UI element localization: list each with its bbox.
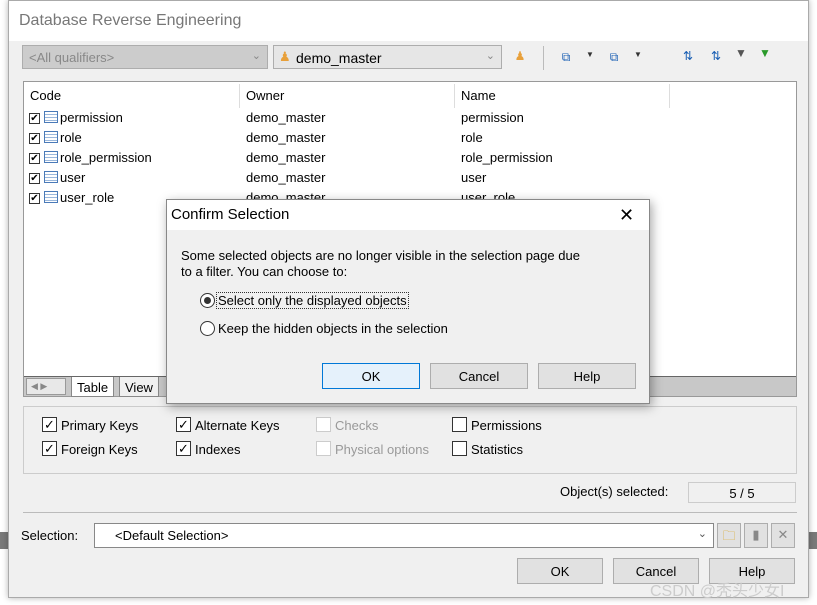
confirm-selection-dialog: Confirm Selection ✕ Some selected object…: [166, 199, 650, 404]
cell-name: role: [461, 130, 483, 145]
save-selection-button[interactable]: ▮: [744, 523, 768, 548]
dialog-message-line1: Some selected objects are no longer visi…: [181, 248, 580, 263]
row-checkbox[interactable]: ✔: [29, 193, 40, 204]
row-checkbox[interactable]: ✔: [29, 153, 40, 164]
table-icon: [44, 111, 58, 123]
row-checkbox[interactable]: ✔: [29, 113, 40, 124]
cell-owner: demo_master: [246, 130, 326, 145]
checkbox-alternate-keys[interactable]: ✓: [176, 417, 191, 432]
chevron-down-icon: ⌄: [485, 50, 495, 62]
checkbox-physical-options: [316, 441, 331, 456]
cell-code: user_role: [60, 190, 115, 205]
dialog-ok-button[interactable]: OK: [322, 363, 420, 389]
owner-filter-icon[interactable]: ♟: [512, 49, 528, 63]
dropdown-arrow-icon[interactable]: ▼: [630, 50, 646, 59]
cell-code: role_permission: [60, 150, 152, 165]
table-icon: [44, 191, 58, 203]
label-indexes: Indexes: [195, 442, 241, 457]
user-icon: ♟: [279, 49, 291, 64]
deselect-all-icon[interactable]: ⧉: [606, 50, 622, 65]
chevron-down-icon: ⌄: [697, 528, 707, 540]
cell-owner: demo_master: [246, 150, 326, 165]
ok-button[interactable]: OK: [517, 558, 603, 584]
radio-label-select-displayed[interactable]: Select only the displayed objects: [216, 292, 409, 309]
checkbox-statistics[interactable]: [452, 441, 467, 456]
close-icon[interactable]: ✕: [619, 205, 634, 226]
objects-selected-count: 5 / 5: [688, 482, 796, 503]
radio-label-keep-hidden[interactable]: Keep the hidden objects in the selection: [218, 321, 448, 336]
move-up-icon[interactable]: ⇅: [680, 49, 696, 63]
row-checkbox[interactable]: ✔: [29, 173, 40, 184]
table-icon: [44, 151, 58, 163]
toolbar-separator: [543, 46, 544, 70]
selection-label: Selection:: [21, 528, 79, 543]
qualifier-dropdown[interactable]: <All qualifiers> ⌄: [22, 45, 268, 69]
radio-select-displayed[interactable]: [200, 293, 215, 308]
checkbox-indexes[interactable]: ✓: [176, 441, 191, 456]
open-selection-button[interactable]: 🗀: [717, 523, 741, 548]
move-down-icon[interactable]: ⇅: [708, 49, 724, 63]
row-checkbox[interactable]: ✔: [29, 133, 40, 144]
table-row[interactable]: ✔ user demo_master user: [28, 168, 788, 188]
dialog-message-line2: to a filter. You can choose to:: [181, 264, 348, 279]
tab-scroll-arrows[interactable]: ◀ ▶: [26, 378, 66, 395]
edit-filter-icon[interactable]: ▼: [733, 46, 749, 60]
objects-selected-label: Object(s) selected:: [560, 484, 669, 499]
table-row[interactable]: ✔ role_permission demo_master role_permi…: [28, 148, 788, 168]
owner-dropdown[interactable]: ♟ demo_master ⌄: [273, 45, 502, 69]
checkbox-foreign-keys[interactable]: ✓: [42, 441, 57, 456]
cell-name: role_permission: [461, 150, 553, 165]
folder-icon: 🗀: [722, 528, 736, 543]
label-checks: Checks: [335, 418, 379, 433]
label-foreign-keys: Foreign Keys: [61, 442, 138, 457]
radio-keep-hidden[interactable]: [200, 321, 215, 336]
tab-table[interactable]: Table: [71, 377, 115, 397]
table-row[interactable]: ✔ permission demo_master permission: [28, 108, 788, 128]
cell-code: role: [60, 130, 82, 145]
cell-code: user: [60, 170, 86, 185]
column-header-code[interactable]: Code: [24, 84, 240, 108]
window-title: Database Reverse Engineering: [9, 1, 808, 41]
divider: [23, 512, 797, 513]
dropdown-arrow-icon[interactable]: ▼: [582, 50, 598, 59]
cell-name: user: [461, 170, 487, 185]
chevron-down-icon: ⌄: [251, 50, 261, 62]
delete-selection-button[interactable]: ✕: [771, 523, 795, 548]
label-physical-options: Physical options: [335, 442, 429, 457]
close-icon: ✕: [777, 527, 789, 542]
label-permissions: Permissions: [471, 418, 542, 433]
dialog-cancel-button[interactable]: Cancel: [430, 363, 528, 389]
checkbox-primary-keys[interactable]: ✓: [42, 417, 57, 432]
tab-view[interactable]: View: [119, 377, 159, 397]
dialog-title: Confirm Selection: [167, 200, 649, 230]
select-all-icon[interactable]: ⧉: [558, 50, 574, 65]
checkbox-checks: [316, 417, 331, 432]
column-header-name[interactable]: Name: [455, 84, 670, 108]
save-icon: ▮: [752, 527, 760, 542]
checkbox-permissions[interactable]: [452, 417, 467, 432]
reverse-options-group: ✓ Primary Keys ✓ Foreign Keys ✓ Alternate Key…: [23, 406, 797, 474]
cell-name: permission: [461, 110, 524, 125]
label-statistics: Statistics: [471, 442, 524, 457]
table-icon: [44, 131, 58, 143]
apply-filter-icon[interactable]: ▼: [757, 46, 773, 60]
watermark: CSDN @秃头少女I: [650, 583, 785, 600]
table-row[interactable]: ✔ role demo_master role: [28, 128, 788, 148]
column-header-owner[interactable]: Owner: [240, 84, 455, 108]
cell-code: permission: [60, 110, 123, 125]
cell-owner: demo_master: [246, 170, 326, 185]
table-icon: [44, 171, 58, 183]
label-alternate-keys: Alternate Keys: [195, 418, 280, 433]
selection-dropdown[interactable]: <Default Selection> ⌄: [94, 523, 714, 548]
cell-owner: demo_master: [246, 110, 326, 125]
dialog-help-button[interactable]: Help: [538, 363, 636, 389]
label-primary-keys: Primary Keys: [61, 418, 139, 433]
